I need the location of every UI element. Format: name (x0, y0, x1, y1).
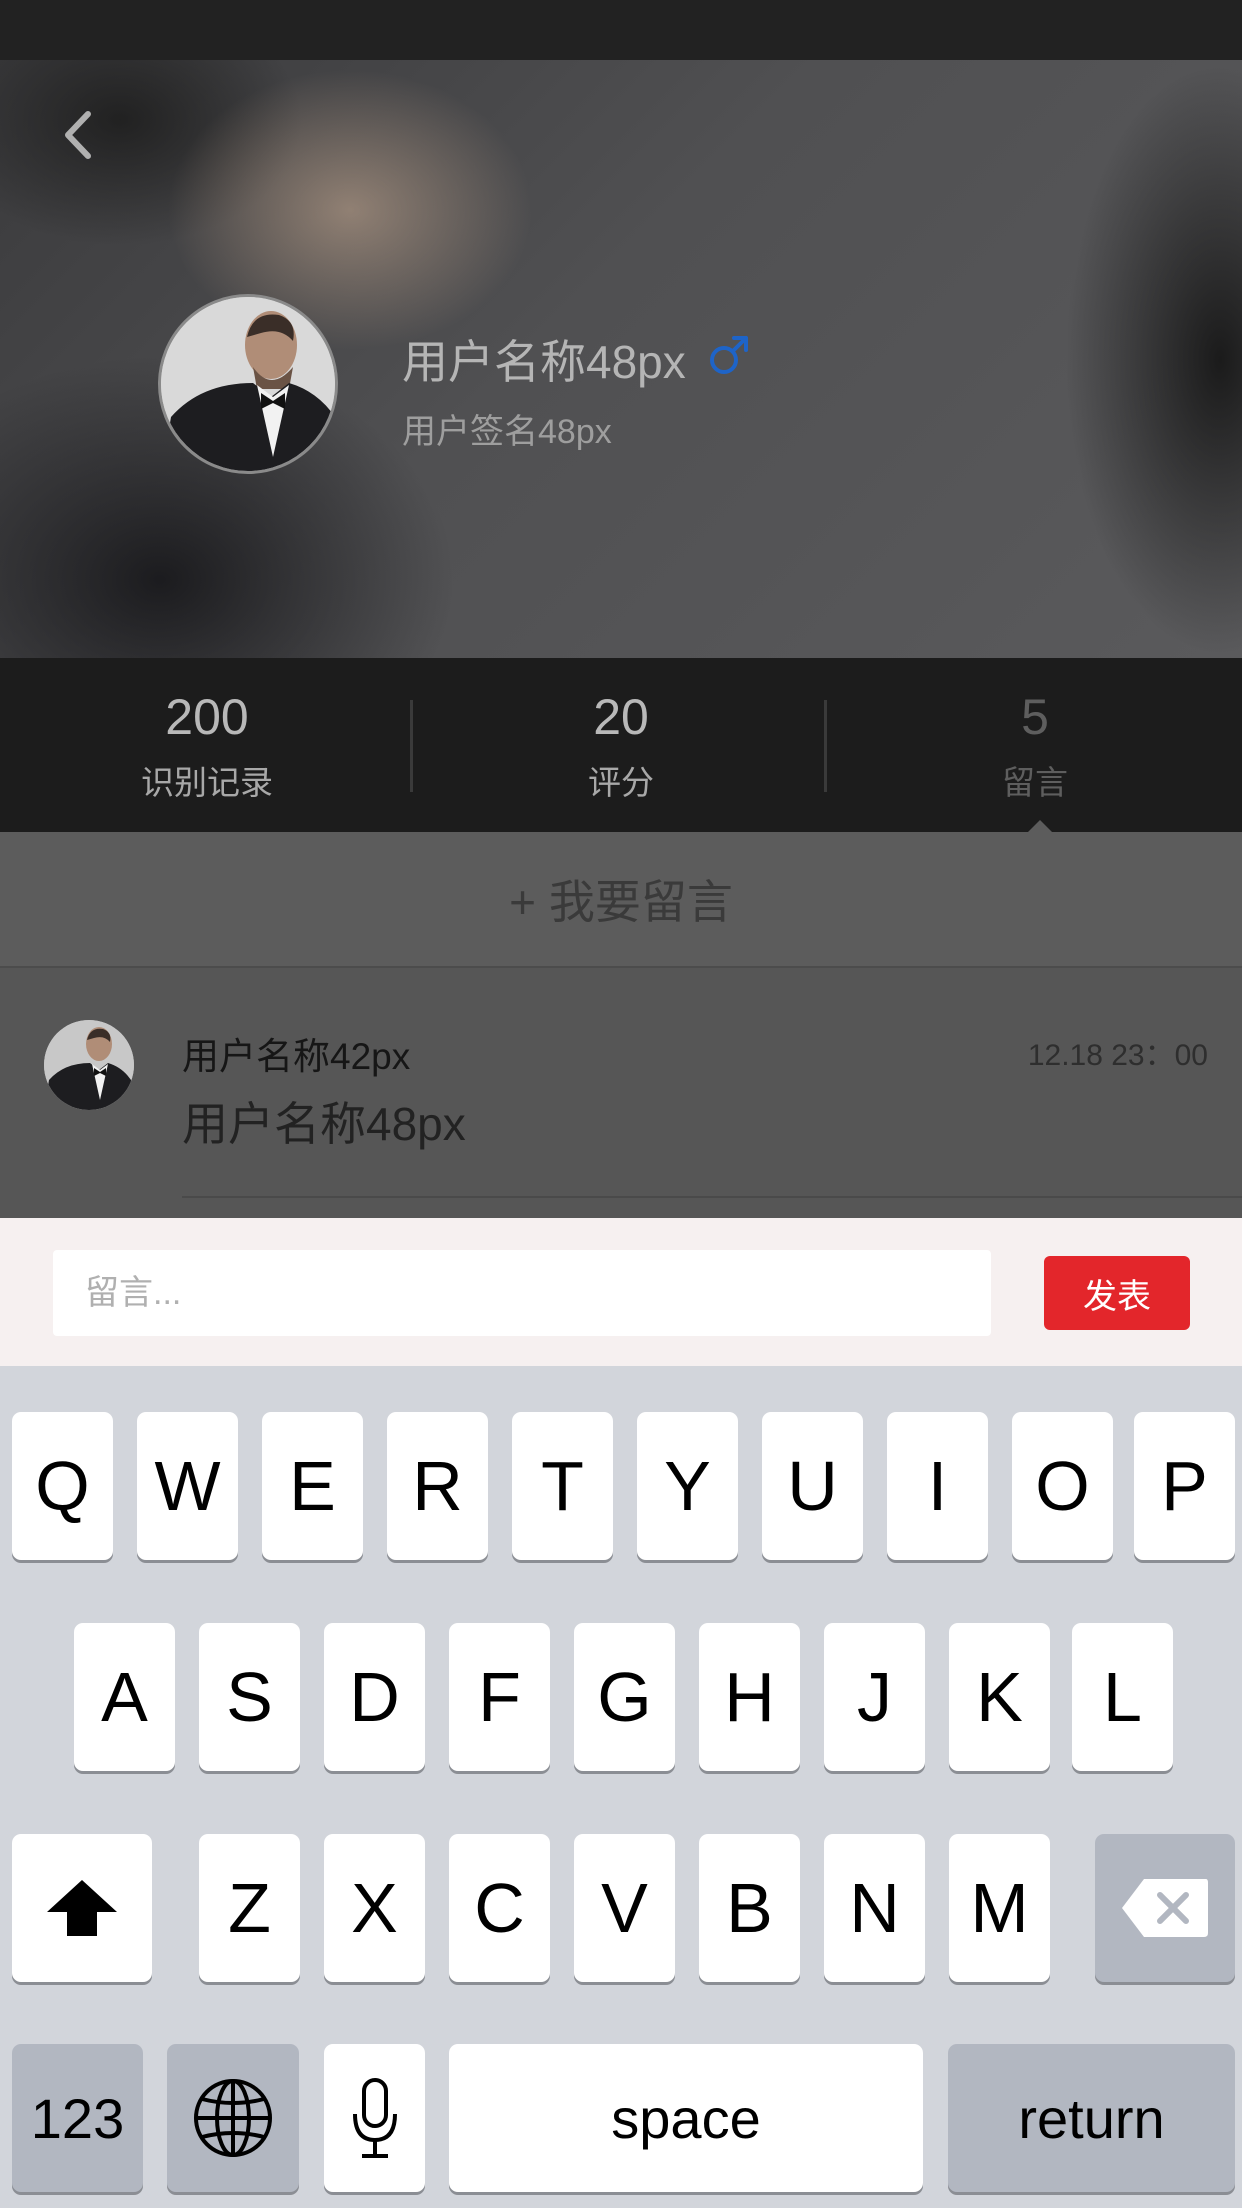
publish-button[interactable]: 发表 (1044, 1256, 1190, 1330)
avatar[interactable] (158, 294, 338, 474)
key-a[interactable]: A (74, 1623, 175, 1771)
key-j[interactable]: J (824, 1623, 925, 1771)
shift-arrow-icon (47, 1880, 117, 1936)
key-c[interactable]: C (449, 1834, 550, 1982)
stat-value: 20 (593, 689, 649, 745)
microphone-key[interactable] (324, 2044, 425, 2192)
key-w[interactable]: W (137, 1412, 238, 1560)
key-x[interactable]: X (324, 1834, 425, 1982)
stat-divider (410, 700, 413, 792)
status-bar (0, 0, 1242, 60)
numbers-key[interactable]: 123 (12, 2044, 143, 2192)
stat-label: 留言 (1002, 764, 1068, 801)
back-button[interactable] (52, 100, 102, 170)
key-n[interactable]: N (824, 1834, 925, 1982)
shift-key[interactable] (12, 1834, 152, 1982)
space-key[interactable]: space (449, 2044, 923, 2192)
profile-header: 用户名称48px 用户签名48px (0, 60, 1242, 658)
backspace-icon (1122, 1879, 1208, 1937)
key-v[interactable]: V (574, 1834, 675, 1982)
stat-rating[interactable]: 20 评分 (414, 658, 828, 832)
user-name: 用户名称48px (402, 336, 686, 388)
key-q[interactable]: Q (12, 1412, 113, 1560)
stat-label: 识别记录 (141, 764, 273, 801)
key-f[interactable]: F (449, 1623, 550, 1771)
key-r[interactable]: R (387, 1412, 488, 1560)
key-m[interactable]: M (949, 1834, 1050, 1982)
avatar[interactable] (44, 1020, 134, 1110)
stat-value: 5 (1021, 689, 1049, 745)
user-photo-icon (44, 1020, 134, 1110)
comment-time: 12.18 23：00 (1027, 1039, 1208, 1072)
key-g[interactable]: G (574, 1623, 675, 1771)
keyboard: Q W E R T Y U I O P A S D F G H J K L Z … (0, 1366, 1242, 2208)
key-t[interactable]: T (512, 1412, 613, 1560)
key-i[interactable]: I (887, 1412, 988, 1560)
key-h[interactable]: H (699, 1623, 800, 1771)
key-l[interactable]: L (1072, 1623, 1173, 1771)
stat-label: 评分 (588, 764, 654, 801)
globe-key[interactable] (167, 2044, 299, 2192)
list-item[interactable]: 用户名称42px 用户名称48px 12.18 23：00 (0, 968, 1242, 1218)
key-y[interactable]: Y (637, 1412, 738, 1560)
leave-message-button[interactable]: + 我要留言 (0, 832, 1242, 968)
message-input[interactable] (53, 1250, 991, 1336)
key-s[interactable]: S (199, 1623, 300, 1771)
user-signature: 用户签名48px (402, 413, 612, 451)
divider (182, 1196, 1242, 1198)
key-u[interactable]: U (762, 1412, 863, 1560)
key-d[interactable]: D (324, 1623, 425, 1771)
stat-messages[interactable]: 5 留言 (828, 658, 1242, 832)
stat-value: 200 (165, 689, 249, 745)
message-list: + 我要留言 用户名称42px 用户名称48px 12.18 23：00 (0, 832, 1242, 1218)
chevron-left-icon (65, 111, 91, 159)
key-p[interactable]: P (1134, 1412, 1235, 1560)
key-o[interactable]: O (1012, 1412, 1113, 1560)
key-e[interactable]: E (262, 1412, 363, 1560)
return-key[interactable]: return (948, 2044, 1235, 2192)
key-b[interactable]: B (699, 1834, 800, 1982)
male-symbol-icon (710, 336, 748, 374)
message-input-bar: 发表 (0, 1218, 1242, 1366)
key-k[interactable]: K (949, 1623, 1050, 1771)
user-photo-icon (161, 297, 335, 471)
delete-key[interactable] (1095, 1834, 1235, 1982)
microphone-icon (352, 2078, 397, 2158)
stat-divider (824, 700, 827, 792)
globe-icon (194, 2079, 272, 2157)
stats-bar: 200 识别记录 20 评分 5 留言 (0, 658, 1242, 832)
comment-text: 用户名称48px (182, 1098, 466, 1150)
comment-user-name: 用户名称42px (182, 1036, 411, 1077)
key-z[interactable]: Z (199, 1834, 300, 1982)
stat-records[interactable]: 200 识别记录 (0, 658, 414, 832)
